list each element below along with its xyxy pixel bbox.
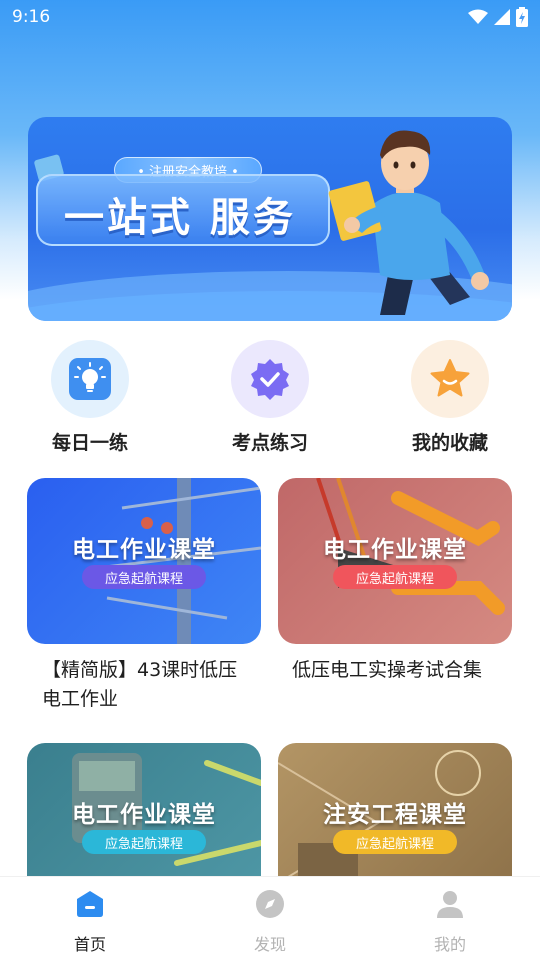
tab-label: 首页 [73, 935, 106, 954]
card-subtitle: 应急起航课程 [333, 565, 457, 589]
card-title: 电工作业课堂 [72, 802, 216, 828]
quick-icon-circle [51, 340, 129, 418]
person-illustration [328, 130, 489, 315]
course-name[interactable]: 【精简版】43课时低压 电工作业 [42, 656, 262, 714]
bottom-tab-bar: 首页 发现 我的 [0, 876, 540, 960]
tab-home[interactable]: 首页 [40, 887, 140, 955]
quick-my-favorites[interactable]: 我的收藏 [380, 340, 520, 460]
profile-icon [437, 891, 463, 918]
quick-label: 我的收藏 [411, 432, 488, 454]
star-icon [430, 359, 470, 397]
course-name[interactable]: 低压电工实操考试合集 [292, 656, 512, 685]
card-title: 电工作业课堂 [323, 537, 467, 563]
quick-topic-practice[interactable]: 考点练习 [200, 340, 340, 460]
compass-icon [256, 890, 284, 918]
signal-icon [494, 9, 510, 25]
tab-discover[interactable]: 发现 [220, 887, 320, 955]
quick-icon-circle [231, 340, 309, 418]
home-icon [77, 891, 103, 917]
course-name-line: 【精简版】43课时低压 [42, 659, 238, 681]
verified-badge-icon [251, 359, 289, 400]
course-name-line: 低压电工实操考试合集 [292, 659, 483, 681]
card-title: 电工作业课堂 [72, 537, 216, 563]
quick-daily-practice[interactable]: 每日一练 [20, 340, 160, 460]
status-time: 9:16 [12, 7, 51, 27]
quick-label: 每日一练 [51, 432, 128, 454]
card-subtitle: 应急起航课程 [82, 830, 206, 854]
promo-banner[interactable]: • 注册安全教培 • 一站式 服务 [28, 117, 512, 321]
lightbulb-icon [69, 358, 111, 400]
course-name-line: 电工作业 [42, 688, 119, 710]
course-card[interactable]: 电工作业课堂 应急起航课程 [27, 478, 261, 644]
status-icons [468, 7, 528, 27]
status-bar: 9:16 [0, 0, 540, 34]
quick-label: 考点练习 [231, 432, 308, 454]
card-subtitle: 应急起航课程 [333, 830, 457, 854]
quick-icon-circle [411, 340, 489, 418]
tab-label: 发现 [253, 935, 286, 954]
banner-title: 一站式 服务 [64, 195, 296, 241]
course-card[interactable]: 电工作业课堂 应急起航课程 [278, 478, 512, 644]
tab-profile[interactable]: 我的 [400, 887, 500, 955]
wifi-icon [468, 9, 488, 24]
card-title: 注安工程课堂 [323, 802, 467, 828]
battery-icon [516, 7, 528, 27]
tab-label: 我的 [433, 935, 466, 954]
card-subtitle: 应急起航课程 [82, 565, 206, 589]
